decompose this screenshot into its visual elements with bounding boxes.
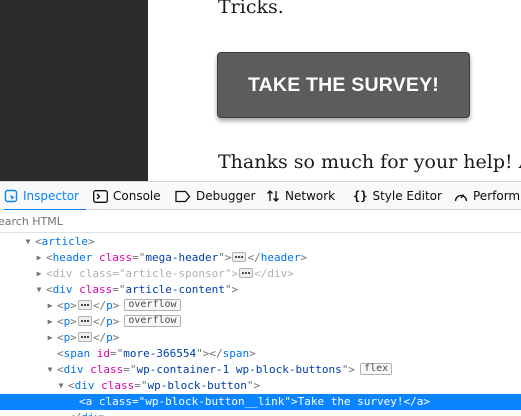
tricks-text: Tricks.: [218, 0, 284, 18]
tree-row-p[interactable]: ▶ <p> </p> overflow: [0, 298, 521, 314]
collapsed-children-ellipsis[interactable]: [232, 252, 247, 262]
expand-arrow-icon[interactable]: ▶: [45, 330, 55, 346]
devtools-tabbar: Inspector Console Debugger Network {} St…: [0, 181, 521, 211]
tree-row-article-sponsor[interactable]: ▶ <div class="article-sponsor"> </div>: [0, 266, 521, 282]
tab-console-label: Console: [113, 189, 161, 203]
tab-performance-label: Perform: [473, 189, 521, 203]
left-dark-rail: [0, 0, 148, 181]
page-viewport: Tricks. TAKE THE SURVEY! Thanks so much …: [0, 0, 521, 181]
search-html-input[interactable]: [0, 210, 521, 232]
collapsed-children-ellipsis[interactable]: [239, 268, 254, 278]
tab-style-editor[interactable]: {} Style Editor: [353, 182, 442, 210]
tree-row-span[interactable]: <span id="more-366554"></span>: [0, 346, 521, 362]
expand-arrow-icon[interactable]: ▶: [34, 250, 44, 266]
tree-row-article[interactable]: ▼ <article>: [0, 234, 521, 250]
markup-tree: ▼ <article> ▶ <header class="mega-header…: [0, 234, 521, 416]
flex-badge[interactable]: flex: [360, 363, 393, 375]
tab-inspector-label: Inspector: [23, 189, 79, 203]
tree-row-p[interactable]: ▶ <p> </p>: [0, 330, 521, 346]
inspector-icon: [4, 189, 18, 203]
search-bar: [0, 210, 521, 233]
tab-performance[interactable]: Perform: [454, 182, 520, 210]
collapse-arrow-icon[interactable]: ▼: [34, 282, 44, 298]
collapsed-children-ellipsis[interactable]: [77, 316, 92, 326]
collapse-arrow-icon[interactable]: ▼: [45, 362, 55, 378]
tab-debugger[interactable]: Debugger: [175, 182, 255, 210]
devtools-panel: Inspector Console Debugger Network {} St…: [0, 181, 521, 416]
tab-debugger-label: Debugger: [196, 189, 256, 203]
tree-row-block-button[interactable]: ▼ <div class="wp-block-button">: [0, 378, 521, 394]
expand-arrow-icon[interactable]: ▶: [34, 266, 44, 282]
performance-icon: [454, 190, 468, 203]
console-icon: [93, 189, 108, 203]
expand-arrow-icon[interactable]: ▶: [45, 298, 55, 314]
tab-console[interactable]: Console: [93, 182, 161, 210]
collapsed-children-ellipsis[interactable]: [77, 332, 92, 342]
overflow-badge[interactable]: overflow: [124, 315, 181, 327]
take-survey-button[interactable]: TAKE THE SURVEY!: [217, 52, 470, 118]
tree-row-article-content[interactable]: ▼ <div class="article-content">: [0, 282, 521, 298]
tree-row-div-close[interactable]: </div>: [0, 410, 521, 416]
debugger-icon: [175, 190, 191, 203]
network-icon: [266, 189, 280, 203]
overflow-badge[interactable]: overflow: [124, 299, 181, 311]
collapse-arrow-icon[interactable]: ▼: [23, 234, 33, 250]
collapse-arrow-icon[interactable]: ▼: [56, 378, 66, 394]
expand-arrow-icon[interactable]: ▶: [45, 314, 55, 330]
tree-row-link-selected[interactable]: <a class="wp-block-button__link">Take th…: [0, 394, 521, 410]
collapsed-children-ellipsis[interactable]: [77, 300, 92, 310]
style-editor-icon: {}: [353, 189, 368, 203]
tree-row-header[interactable]: ▶ <header class="mega-header"> </header>: [0, 250, 521, 266]
tab-inspector[interactable]: Inspector: [4, 182, 86, 211]
tree-row-p[interactable]: ▶ <p> </p> overflow: [0, 314, 521, 330]
thanks-text: Thanks so much for your help! And: [218, 151, 521, 173]
tab-network-label: Network: [285, 189, 336, 203]
tab-style-editor-label: Style Editor: [372, 189, 442, 203]
tree-row-buttons-container[interactable]: ▼ <div class="wp-container-1 wp-block-bu…: [0, 362, 521, 378]
tab-network[interactable]: Network: [266, 182, 335, 210]
